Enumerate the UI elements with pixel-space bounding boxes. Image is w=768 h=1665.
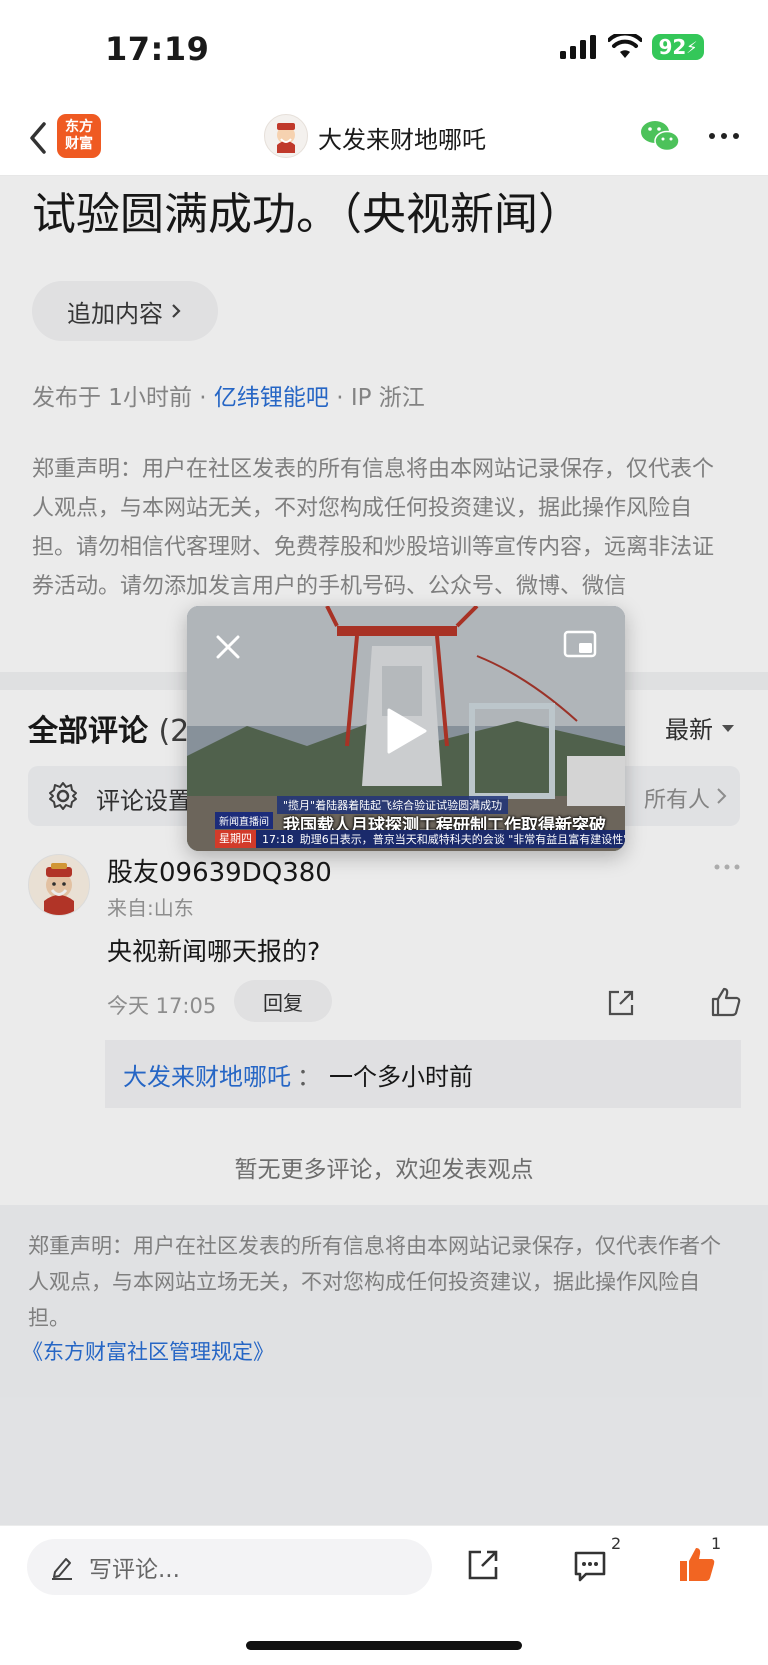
logo-line-2: 财富 xyxy=(65,136,93,152)
comment-time: 今天 17:05 xyxy=(107,994,217,1018)
play-icon[interactable] xyxy=(383,706,429,756)
reply-separator: ： xyxy=(297,1062,321,1091)
status-icons: 92 ⚡ xyxy=(560,34,704,60)
ticker-time: 17:18 xyxy=(262,832,294,846)
add-content-button[interactable]: 追加内容 xyxy=(32,281,218,341)
author-name[interactable]: 大发来财地哪吒 xyxy=(318,120,486,155)
bottom-toolbar: 写评论... 2 1 xyxy=(0,1525,768,1636)
publish-time: 发布于 1小时前 xyxy=(32,385,192,411)
news-program-label: 新闻直播间 xyxy=(215,812,273,829)
comment-settings-label: 评论设置 xyxy=(96,787,192,815)
commenter-avatar[interactable] xyxy=(28,854,90,916)
share-icon[interactable] xyxy=(606,988,636,1018)
signal-icon xyxy=(560,35,596,59)
gear-icon xyxy=(49,782,77,810)
sort-label: 最新 xyxy=(665,716,713,744)
pencil-icon xyxy=(52,1558,72,1580)
likes-count-badge: 1 xyxy=(711,1534,722,1553)
comments-header: 全部评论 (2 xyxy=(28,706,189,750)
close-icon[interactable] xyxy=(213,632,243,662)
comment-permission-value: 所有人 xyxy=(643,788,710,813)
ticker-day: 星期四 xyxy=(215,830,256,848)
comment-text: 央视新闻哪天报的? xyxy=(107,937,321,966)
thumbs-up-icon[interactable] xyxy=(710,986,742,1018)
article-disclaimer: 郑重声明：用户在社区发表的所有信息将由本网站记录保存，仅代表个人观点，与本网站无… xyxy=(32,457,715,599)
chevron-right-icon xyxy=(717,788,727,804)
more-options-icon[interactable] xyxy=(706,126,742,146)
ip-location: IP 浙江 xyxy=(350,385,425,411)
reply-text: 一个多小时前 xyxy=(329,1062,473,1091)
floating-video-player[interactable]: "揽月"着陆器着陆起飞综合验证试验圆满成功 新闻直播间 我国载人月球探测工程研制… xyxy=(187,606,625,851)
wifi-icon xyxy=(608,34,642,58)
sort-selector[interactable]: 最新 xyxy=(665,710,735,745)
chevron-right-icon xyxy=(172,304,181,318)
comments-title: 全部评论 xyxy=(28,714,148,749)
author-avatar[interactable] xyxy=(264,114,308,158)
article-headline-tail: 试验圆满成功。（央视新闻） xyxy=(32,189,582,240)
commenter-name[interactable]: 股友09639DQ380 xyxy=(107,852,332,889)
logo-line-1: 东方 xyxy=(65,119,93,135)
reply-button[interactable]: 回复 xyxy=(234,980,332,1022)
news-ticker: 星期四 17:18 助理6日表示，普京当天和威特科夫的会谈 "非常有益且富有建设… xyxy=(215,830,625,848)
community-rules-link[interactable]: 《东方财富社区管理规定》 xyxy=(22,1336,274,1366)
battery-indicator: 92 ⚡ xyxy=(652,34,704,60)
nav-bar: 东方 财富 大发来财地哪吒 xyxy=(0,100,768,176)
comments-icon[interactable] xyxy=(572,1548,608,1584)
fortune-god-icon xyxy=(44,863,74,915)
no-more-comments: 暂无更多评论，欢迎发表观点 xyxy=(234,1157,534,1183)
wechat-share-icon[interactable] xyxy=(640,118,680,154)
comments-count: (2 xyxy=(158,714,190,749)
status-time: 17:19 xyxy=(105,30,210,68)
nested-reply: 大发来财地哪吒： 一个多小时前 xyxy=(105,1040,741,1108)
comment-input[interactable]: 写评论... xyxy=(27,1539,432,1595)
share-icon[interactable] xyxy=(466,1548,500,1582)
comments-count-badge: 2 xyxy=(611,1534,622,1553)
post-meta: 发布于 1小时前 · 亿纬锂能吧 · IP 浙江 xyxy=(32,378,425,412)
comment-more-icon[interactable] xyxy=(712,862,742,872)
add-content-label: 追加内容 xyxy=(67,299,163,328)
footer-disclaimer: 郑重声明：用户在社区发表的所有信息将由本网站记录保存，仅代表作者个人观点，与本网… xyxy=(28,1234,721,1330)
commenter-location: 来自:山东 xyxy=(107,896,194,920)
battery-level: 92 xyxy=(658,35,687,59)
comment-input-placeholder: 写评论... xyxy=(89,1557,180,1583)
meta-dot: · xyxy=(191,385,214,411)
home-indicator[interactable] xyxy=(246,1641,522,1650)
back-arrow-icon[interactable] xyxy=(24,118,54,158)
fortune-god-icon xyxy=(277,123,295,153)
eastmoney-logo[interactable]: 东方 财富 xyxy=(57,114,101,158)
meta-dot: · xyxy=(328,385,351,411)
ticker-text: 助理6日表示，普京当天和威特科夫的会谈 "非常有益且富有建设性" xyxy=(299,833,625,846)
picture-in-picture-icon[interactable] xyxy=(563,630,597,658)
caret-down-icon xyxy=(722,724,734,732)
reply-author[interactable]: 大发来财地哪吒 xyxy=(123,1057,291,1092)
board-link[interactable]: 亿纬锂能吧 xyxy=(214,385,329,411)
